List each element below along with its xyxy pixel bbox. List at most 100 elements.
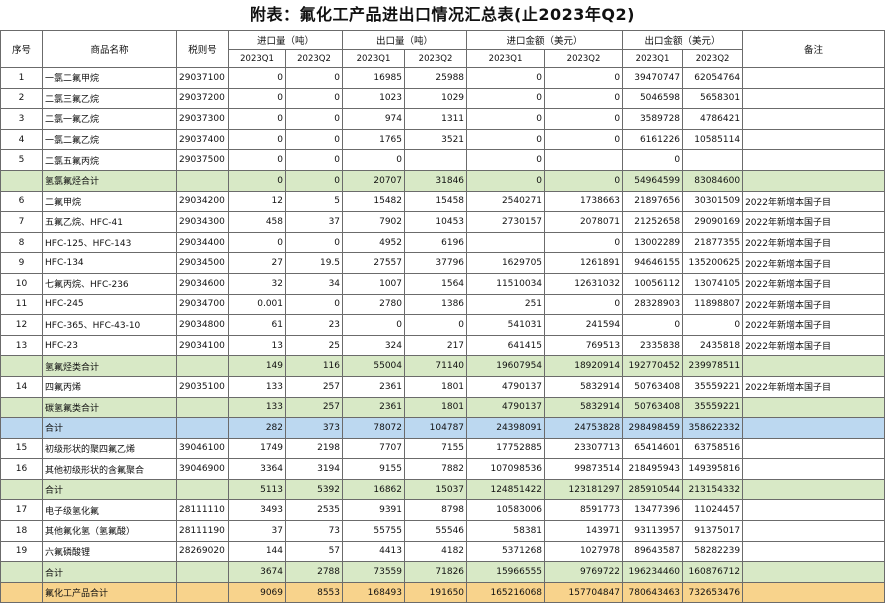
row-value: 2335838 xyxy=(622,334,684,357)
row-value: 15037 xyxy=(404,478,468,501)
row-seq: 15 xyxy=(0,437,43,460)
row-note: 2022年新增本国子目 xyxy=(742,272,885,295)
row-seq: 6 xyxy=(0,190,43,213)
row-code: 29034700 xyxy=(176,293,229,316)
row-value: 0 xyxy=(466,128,546,151)
row-value: 143971 xyxy=(544,520,624,542)
row-value: 9155 xyxy=(342,458,406,480)
row-value: 1027978 xyxy=(544,540,624,563)
row-value: 5371268 xyxy=(466,540,546,563)
row-name: 初级形状的聚四氟乙烯 xyxy=(42,437,177,460)
row-value: 149 xyxy=(228,355,286,377)
row-code: 29034200 xyxy=(176,190,229,213)
header-export-qty: 出口量（吨） xyxy=(342,30,468,50)
row-value: 71140 xyxy=(404,355,468,377)
row-value: 18920914 xyxy=(544,355,624,377)
row-seq: 2 xyxy=(0,87,43,110)
table-row: 1 一氯二氟甲烷 29037100 0 0 16985 25988 0 0 39470747 620… xyxy=(0,67,885,89)
row-value: 0 xyxy=(544,108,624,130)
row-value: 373 xyxy=(284,417,344,439)
row-value: 11024457 xyxy=(682,499,744,522)
table-row: 2 二氯三氟乙烷 29037200 0 0 1023 1029 0 0 5046598 565830… xyxy=(0,87,885,110)
row-note xyxy=(742,561,885,583)
row-value: 10583006 xyxy=(466,499,546,522)
row-value: 5392 xyxy=(284,478,344,501)
row-value: 24398091 xyxy=(466,417,546,439)
row-value: 3589728 xyxy=(622,108,684,130)
row-value: 257 xyxy=(284,375,344,398)
row-value: 769513 xyxy=(544,334,624,357)
row-code: 28111190 xyxy=(176,520,229,542)
row-name: HFC-245 xyxy=(42,293,177,316)
row-value: 29090169 xyxy=(682,211,744,233)
row-value: 73 xyxy=(284,520,344,542)
row-code: 29034500 xyxy=(176,252,229,274)
header-period: 2023Q2 xyxy=(404,49,468,68)
row-seq: 13 xyxy=(0,334,43,357)
row-value: 1007 xyxy=(342,272,406,295)
row-value: 34 xyxy=(284,272,344,295)
row-value: 0 xyxy=(682,314,744,336)
header-period: 2023Q2 xyxy=(284,49,344,68)
row-seq: 12 xyxy=(0,314,43,336)
row-value: 3521 xyxy=(404,128,468,151)
row-value: 239978511 xyxy=(682,355,744,377)
row-value: 324 xyxy=(342,334,406,357)
row-value: 0 xyxy=(284,149,344,171)
row-value: 54964599 xyxy=(622,169,684,192)
row-value: 13477396 xyxy=(622,499,684,522)
row-value: 144 xyxy=(228,540,286,563)
row-value: 58282239 xyxy=(682,540,744,563)
row-value: 16985 xyxy=(342,67,406,89)
row-value: 0 xyxy=(228,149,286,171)
row-value: 133 xyxy=(228,375,286,398)
row-value: 23307713 xyxy=(544,437,624,460)
row-note xyxy=(742,499,885,522)
row-value: 7902 xyxy=(342,211,406,233)
row-code: 29037300 xyxy=(176,108,229,130)
header-import-qty: 进口量（吨） xyxy=(227,30,344,50)
row-value: 28328903 xyxy=(622,293,684,316)
row-value: 21877355 xyxy=(682,231,744,254)
row-value: 5658301 xyxy=(682,87,744,110)
row-value: 65414601 xyxy=(622,437,684,460)
row-value: 104787 xyxy=(404,417,468,439)
row-seq: 8 xyxy=(0,231,43,254)
row-value: 9391 xyxy=(342,499,406,522)
row-value: 0 xyxy=(228,67,286,89)
row-name: 合计 xyxy=(42,478,177,501)
row-seq: 10 xyxy=(0,272,43,295)
row-value: 1801 xyxy=(404,396,468,419)
row-value: 0 xyxy=(466,67,546,89)
row-name: 一氯二氟乙烷 xyxy=(42,128,177,151)
row-value: 974 xyxy=(342,108,406,130)
row-value: 15966555 xyxy=(466,561,546,583)
row-code: 29034100 xyxy=(176,334,229,357)
row-value: 73559 xyxy=(342,561,406,583)
row-value: 7882 xyxy=(404,458,468,480)
table-row: 5 二氯五氟丙烷 29037500 0 0 0 0 0 xyxy=(0,149,885,171)
row-code: 29035100 xyxy=(176,375,229,398)
row-seq xyxy=(0,417,43,439)
row-value: 0 xyxy=(404,314,468,336)
row-value: 19.5 xyxy=(284,252,344,274)
row-value: 298498459 xyxy=(622,417,684,439)
table-row: 6 二氟甲烷 29034200 12 5 15482 15458 2540271 1738663… xyxy=(0,190,885,213)
header-period: 2023Q1 xyxy=(228,49,286,68)
row-name: 二氟甲烷 xyxy=(42,190,177,213)
row-note: 2022年新增本国子目 xyxy=(742,334,885,357)
row-seq: 7 xyxy=(0,211,43,233)
header-row: 序号 商品名称 税则号 进口量（吨） 出口量（吨） 进口金额（美元） 出口金额（… xyxy=(0,30,885,68)
row-value: 0 xyxy=(544,87,624,110)
table-row: 7 五氟乙烷、HFC-41 29034300 458 37 7902 10453 273015… xyxy=(0,211,885,233)
row-value: 0 xyxy=(622,149,684,171)
header-period: 2023Q1 xyxy=(622,49,684,68)
header-period: 2023Q1 xyxy=(342,49,406,68)
row-value: 61 xyxy=(228,314,286,336)
row-value: 9769722 xyxy=(544,561,624,583)
row-seq xyxy=(0,396,43,419)
row-seq: 11 xyxy=(0,293,43,316)
row-name: 一氯二氟甲烷 xyxy=(42,67,177,89)
row-code: 28269020 xyxy=(176,540,229,563)
row-value: 160876712 xyxy=(682,561,744,583)
